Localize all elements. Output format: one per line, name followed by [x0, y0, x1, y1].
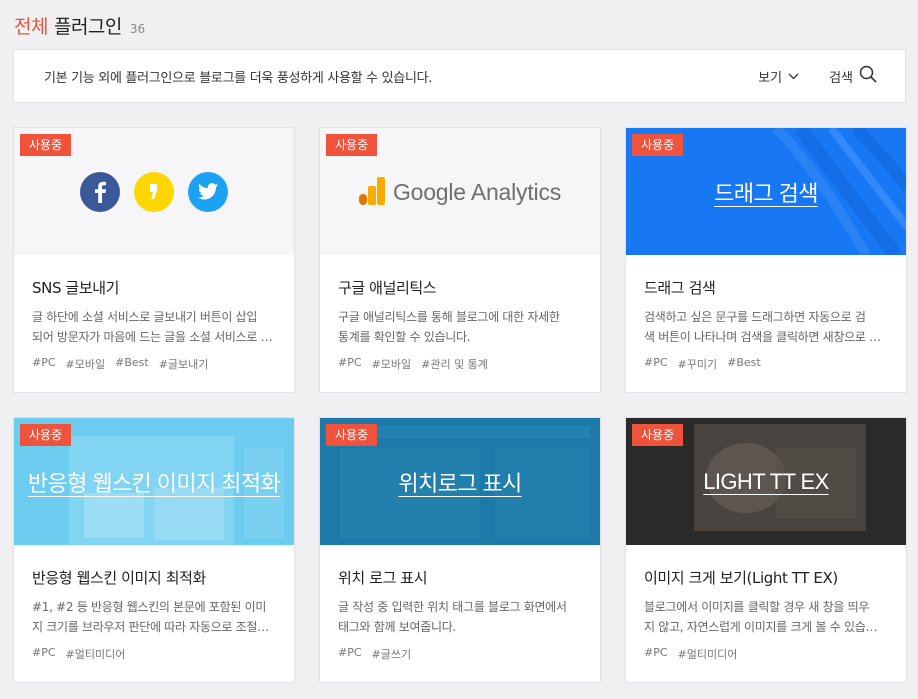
- card-body: 이미지 크게 보기(Light TT EX) 블로그에서 이미지를 클릭할 경우…: [626, 545, 906, 662]
- plugin-card-google-analytics[interactable]: 사용중 Google Analytics 구글 애널리틱스 구글 애널리틱스를 …: [319, 127, 601, 393]
- thumbnail-caption: 위치로그 표시: [398, 470, 522, 496]
- card-body: 구글 애널리틱스 구글 애널리틱스를 통해 블로그에 대한 자세한 통계를 확인…: [320, 255, 600, 372]
- view-toggle-button[interactable]: 보기: [758, 67, 799, 86]
- card-title: 위치 로그 표시: [338, 569, 428, 587]
- kakao-story-icon: [134, 171, 174, 212]
- card-description-line: 검색하고 싶은 문구를 드래그하면 자동으로 검: [644, 310, 866, 324]
- tag: #PC: [32, 356, 56, 369]
- thumbnail-caption: LIGHT TT EX: [703, 468, 829, 494]
- search-icon: [859, 65, 877, 87]
- card-body: SNS 글보내기 글 하단에 소셜 서비스로 글보내기 버튼이 삽입 되어 방문…: [14, 255, 294, 372]
- in-use-badge: 사용중: [20, 134, 72, 156]
- card-title: 이미지 크게 보기(Light TT EX): [644, 569, 838, 587]
- card-thumbnail: 사용중: [14, 128, 294, 255]
- tag: #PC: [338, 646, 362, 659]
- card-description: 구글 애널리틱스를 통해 블로그에 대한 자세한 통계를 확인할 수 있습니다.: [338, 307, 582, 347]
- tag: #글보내기: [158, 358, 209, 371]
- tag: #모바일: [65, 358, 106, 371]
- card-title: SNS 글보내기: [32, 279, 120, 297]
- card-tags: #PC #멀티미디어: [644, 646, 888, 662]
- card-title: 반응형 웹스킨 이미지 최적화: [32, 569, 206, 587]
- card-tags: #PC #꾸미기 #Best: [644, 356, 888, 372]
- card-body: 위치 로그 표시 글 작성 중 입력한 위치 태그를 블로그 화면에서 태그와 …: [320, 545, 600, 662]
- card-description: 블로그에서 이미지를 클릭할 경우 새 창을 띄우 지 않고, 자연스럽게 이미…: [644, 597, 888, 637]
- twitter-icon: [188, 171, 228, 212]
- in-use-badge: 사용중: [20, 424, 72, 446]
- card-description-line: 색 버튼이 나타나며 검색을 클릭하면 새창으로 열립니다.: [644, 330, 888, 344]
- in-use-badge: 사용중: [632, 134, 684, 156]
- card-description: 글 하단에 소셜 서비스로 글보내기 버튼이 삽입 되어 방문자가 마음에 드는…: [32, 307, 276, 347]
- bar-actions: 보기 검색: [758, 65, 877, 87]
- thumbnail-caption: 드래그 검색: [714, 180, 818, 206]
- card-body: 드래그 검색 검색하고 싶은 문구를 드래그하면 자동으로 검 색 버튼이 나타…: [626, 255, 906, 372]
- search-label: 검색: [829, 70, 853, 86]
- tag: #PC: [32, 646, 56, 659]
- tag: #멀티미디어: [65, 648, 126, 661]
- card-description: #1, #2 등 반응형 웹스킨의 본문에 포함된 이미 지 크기를 브라우저 …: [32, 597, 276, 637]
- card-title: 드래그 검색: [644, 279, 716, 297]
- tag: #멀티미디어: [677, 648, 738, 661]
- page-header: 전체 플러그인 36: [14, 12, 145, 39]
- card-description-line: 태그와 함께 보여줍니다.: [338, 620, 456, 634]
- tag: #Best: [115, 356, 149, 369]
- card-thumbnail: 사용중 위치로그 표시: [320, 418, 600, 545]
- in-use-badge: 사용중: [326, 424, 378, 446]
- plugin-card-location-log[interactable]: 사용중 위치로그 표시 위치 로그 표시 글 작성 중 입력한 위치 태그를 블…: [319, 417, 601, 683]
- info-bar: 기본 기능 외에 플러그인으로 블로그를 더욱 풍성하게 사용할 수 있습니다.…: [13, 49, 906, 103]
- chevron-down-icon: [788, 69, 799, 84]
- search-button[interactable]: 검색: [829, 65, 877, 87]
- tag: #PC: [644, 356, 668, 369]
- card-description-line: 통계를 확인할 수 있습니다.: [338, 330, 471, 344]
- in-use-badge: 사용중: [326, 134, 378, 156]
- tag: #꾸미기: [677, 358, 718, 371]
- tag: #관리 및 통계: [421, 358, 488, 371]
- tag: #글쓰기: [371, 648, 412, 661]
- tag: #PC: [644, 646, 668, 659]
- plugin-count: 36: [129, 22, 146, 36]
- card-description: 글 작성 중 입력한 위치 태그를 블로그 화면에서 태그와 함께 보여줍니다.: [338, 597, 582, 637]
- card-description-line: 되어 방문자가 마음에 드는 글을 소셜 서비스로 보낼 수 있습니다.: [32, 330, 276, 344]
- facebook-icon: [80, 171, 120, 212]
- thumbnail-caption: 반응형 웹스킨 이미지 최적화: [27, 470, 281, 496]
- page-title-accent: 전체: [14, 16, 48, 38]
- card-description-line: 지 않고, 자연스럽게 이미지를 크게 볼 수 있습니다.: [644, 620, 888, 634]
- tag: #모바일: [371, 358, 412, 371]
- info-text: 기본 기능 외에 플러그인으로 블로그를 더욱 풍성하게 사용할 수 있습니다.: [44, 70, 433, 86]
- card-description-line: 글 하단에 소셜 서비스로 글보내기 버튼이 삽입: [32, 310, 258, 324]
- tag: #Best: [727, 356, 761, 369]
- tag: #PC: [338, 356, 362, 369]
- card-tags: #PC #모바일 #Best #글보내기: [32, 356, 276, 372]
- card-tags: #PC #글쓰기: [338, 646, 582, 662]
- in-use-badge: 사용중: [632, 424, 684, 446]
- card-thumbnail: 사용중 LIGHT TT EX: [626, 418, 906, 545]
- card-description-line: 구글 애널리틱스를 통해 블로그에 대한 자세한: [338, 310, 560, 324]
- google-analytics-wordmark: Google Analytics: [392, 179, 562, 205]
- page-title: 플러그인: [53, 16, 122, 38]
- card-description-line: 지 크기를 브라우저 판단에 따라 자동으로 조절합니다.: [32, 620, 276, 634]
- card-title: 구글 애널리틱스: [338, 279, 437, 297]
- plugin-card-light-tt-ex[interactable]: 사용중 LIGHT TT EX 이미지 크게 보기(Light TT EX) 블…: [625, 417, 907, 683]
- view-label: 보기: [758, 70, 783, 86]
- card-description-line: 블로그에서 이미지를 클릭할 경우 새 창을 띄우: [644, 600, 870, 614]
- card-thumbnail: 사용중 Google Analytics: [320, 128, 600, 255]
- card-description: 검색하고 싶은 문구를 드래그하면 자동으로 검 색 버튼이 나타나며 검색을 …: [644, 307, 888, 347]
- plugin-card-drag-search[interactable]: 사용중 드래그 검색 드래그 검색 검색하고 싶은 문구를 드래그하면 자동으로…: [625, 127, 907, 393]
- card-thumbnail: 사용중 드래그 검색: [626, 128, 906, 255]
- card-body: 반응형 웹스킨 이미지 최적화 #1, #2 등 반응형 웹스킨의 본문에 포함…: [14, 545, 294, 662]
- google-analytics-logo-icon: [358, 176, 385, 209]
- plugin-card-responsive-image[interactable]: 사용중 반응형 웹스킨 이미지 최적화 반응형 웹스킨 이미지 최적화 #1, …: [13, 417, 295, 683]
- card-tags: #PC #멀티미디어: [32, 646, 276, 662]
- card-description-line: #1, #2 등 반응형 웹스킨의 본문에 포함된 이미: [32, 600, 267, 614]
- plugin-card-sns[interactable]: 사용중 SNS 글보내기 글 하단에 소셜 서비스로 글보내기 버튼이 삽입 되…: [13, 127, 295, 393]
- card-thumbnail: 사용중 반응형 웹스킨 이미지 최적화: [14, 418, 294, 545]
- card-description-line: 글 작성 중 입력한 위치 태그를 블로그 화면에서: [338, 600, 567, 614]
- card-tags: #PC #모바일 #관리 및 통계: [338, 356, 582, 372]
